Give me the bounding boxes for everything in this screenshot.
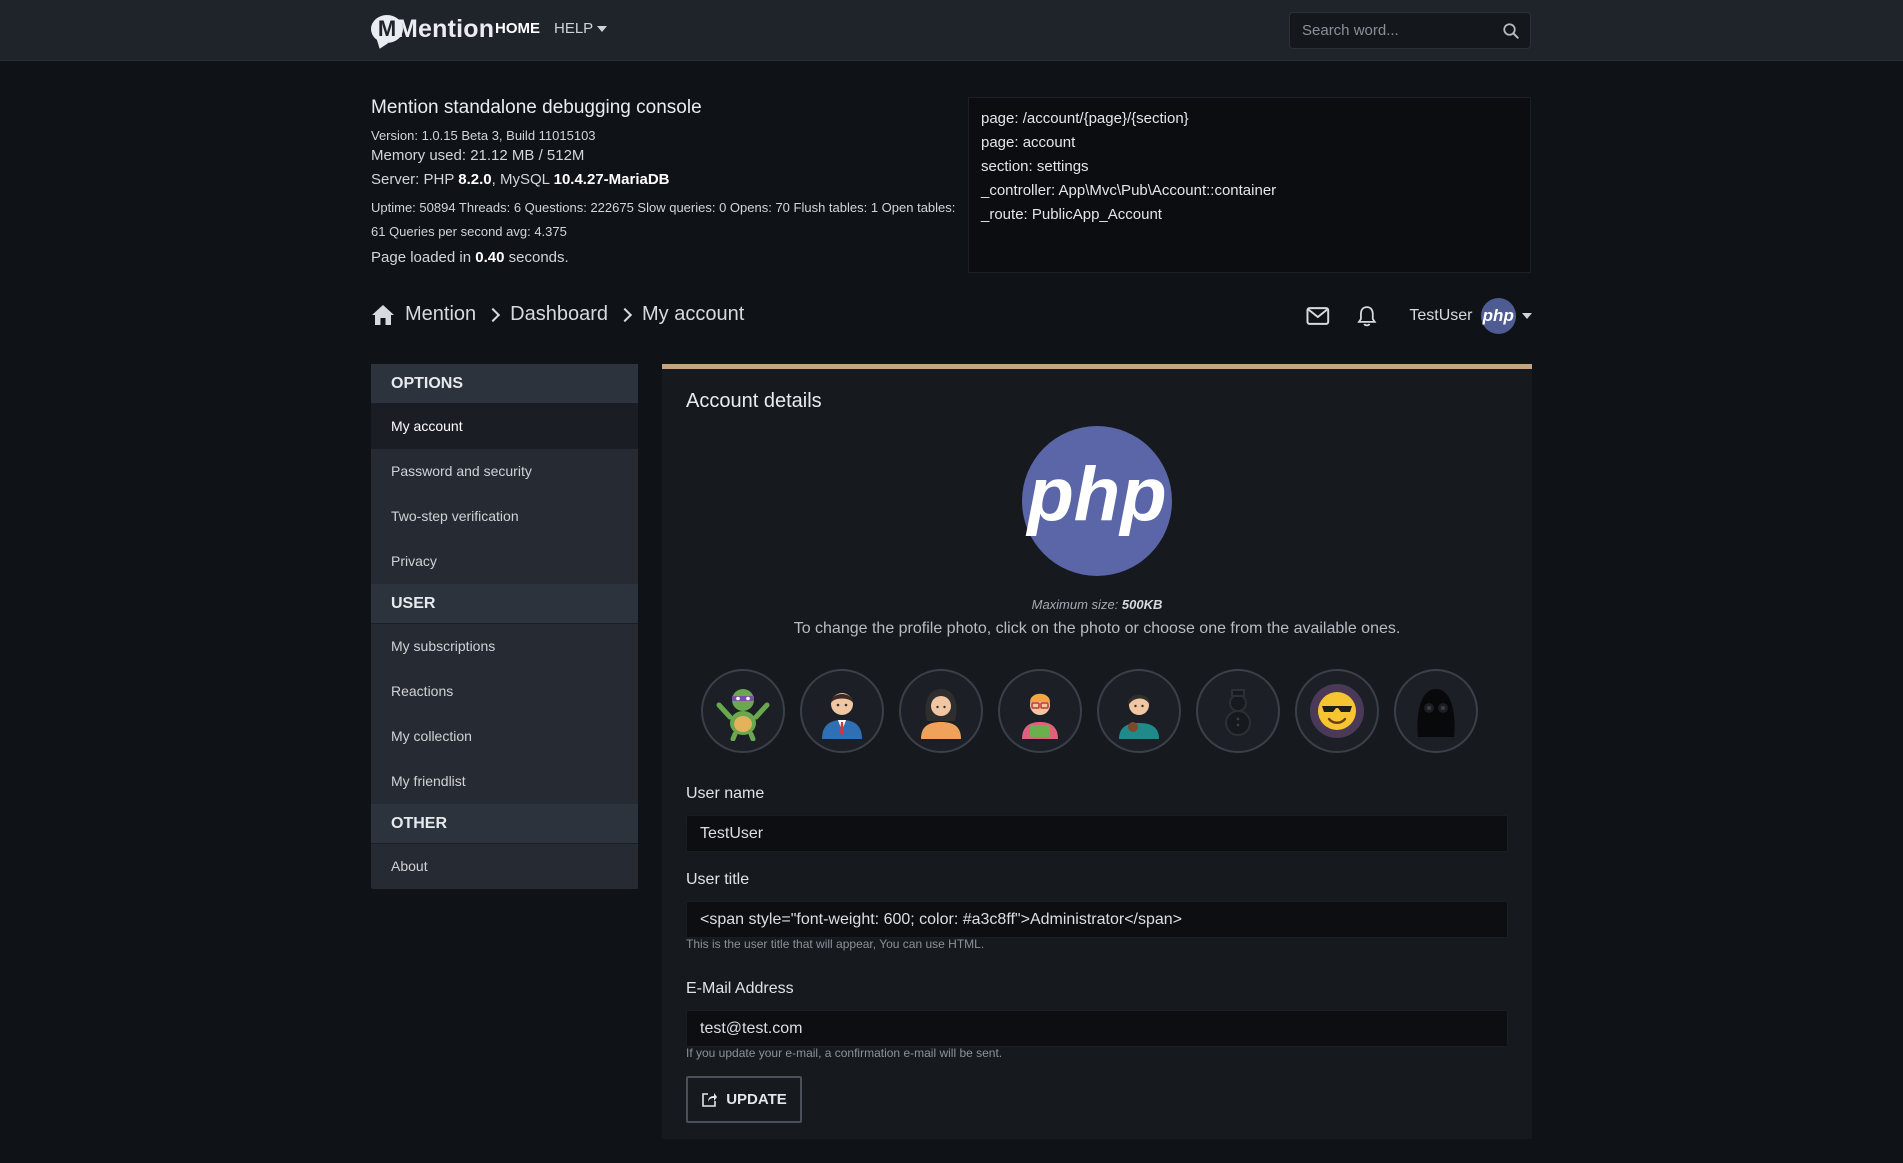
home-icon[interactable]	[371, 304, 395, 326]
sidebar-item-friendlist[interactable]: My friendlist	[371, 759, 638, 804]
user-name[interactable]: TestUser	[1409, 307, 1472, 325]
debug-console-info: Mention standalone debugging console Ver…	[371, 97, 961, 270]
avatar-choices	[701, 669, 1478, 753]
max-size-value: 500KB	[1121, 597, 1163, 612]
sunglasses-smiley-icon	[1310, 684, 1364, 738]
loaded-suffix: seconds.	[504, 249, 569, 266]
envelope-icon[interactable]	[1306, 306, 1330, 326]
loaded-time: 0.40	[475, 249, 505, 266]
avatar-option-woman[interactable]	[899, 669, 983, 753]
update-button[interactable]: UPDATE	[686, 1076, 802, 1123]
route-line: _route: PublicApp_Account	[981, 206, 1162, 223]
debug-version: Version: 1.0.15 Beta 3, Build 11015103	[371, 128, 596, 143]
top-navbar: M Mention HOME HELP	[0, 0, 1903, 61]
sidebar-item-password-security[interactable]: Password and security	[371, 449, 638, 494]
sidebar-item-privacy[interactable]: Privacy	[371, 539, 638, 584]
debug-memory: Memory used: 21.12 MB / 512M	[371, 147, 585, 164]
turtle-icon	[716, 689, 770, 741]
user-avatar[interactable]: php	[1480, 298, 1516, 334]
avatar-option-businessman[interactable]	[800, 669, 884, 753]
avatar-option-turtle[interactable]	[701, 669, 785, 753]
logo-mark: M	[371, 15, 403, 43]
account-details-panel: Account details php Maximum size: 500KB …	[662, 364, 1532, 1139]
loaded-prefix: Page loaded in	[371, 249, 476, 266]
breadcrumb-my-account: My account	[642, 303, 745, 325]
sidebar-item-about[interactable]: About	[371, 844, 638, 889]
sidebar-item-two-step[interactable]: Two-step verification	[371, 494, 638, 539]
avatar-option-snowman[interactable]	[1196, 669, 1280, 753]
debug-title: Mention standalone debugging console	[371, 97, 702, 118]
nav-help-dropdown[interactable]: HELP	[554, 20, 608, 37]
php-version: 8.2.0	[458, 171, 492, 188]
main-nav: HOME HELP	[495, 20, 608, 37]
nav-help-label: HELP	[554, 20, 594, 37]
usertitle-help: This is the user title that will appear,…	[686, 937, 985, 951]
debug-server: Server: PHP 8.2.0, MySQL 10.4.27-MariaDB	[371, 168, 961, 192]
search-box	[1289, 12, 1531, 49]
change-photo-hint: To change the profile photo, click on th…	[793, 620, 1401, 637]
nav-home-link[interactable]: HOME	[495, 20, 540, 37]
mysql-prefix: , MySQL	[491, 171, 554, 188]
sidebar-item-subscriptions[interactable]: My subscriptions	[371, 624, 638, 669]
glasses-man-icon	[1022, 693, 1058, 739]
logo-text: Mention	[397, 14, 495, 43]
mysql-version: 10.4.27-MariaDB	[553, 171, 670, 188]
dark-mask-icon	[1417, 689, 1455, 737]
route-line: section: settings	[981, 158, 1089, 175]
sidebar-item-collection[interactable]: My collection	[371, 714, 638, 759]
chevron-down-icon[interactable]	[1522, 313, 1532, 319]
breadcrumb-mention[interactable]: Mention	[405, 303, 476, 326]
breadcrumb-dashboard[interactable]: Dashboard	[510, 303, 608, 326]
debug-route-panel: page: /account/{page}/{section} page: ac…	[968, 97, 1531, 273]
email-help: If you update your e-mail, a confirmatio…	[686, 1046, 1003, 1060]
svg-text:php: php	[1025, 452, 1166, 537]
avatar-option-glasses-man[interactable]	[998, 669, 1082, 753]
sidebar-section-other: OTHER	[371, 804, 638, 844]
site-logo[interactable]: M Mention	[371, 13, 494, 45]
avatar-option-girl[interactable]	[1097, 669, 1181, 753]
bell-icon[interactable]	[1356, 305, 1378, 327]
route-line: page: account	[981, 134, 1076, 151]
sidebar-section-user: USER	[371, 584, 638, 624]
snowman-icon	[1225, 689, 1251, 736]
email-label: E-Mail Address	[686, 980, 794, 997]
breadcrumb: Mention Dashboard My account	[371, 303, 744, 326]
php-logo-icon: php	[1025, 452, 1166, 537]
sidebar-item-reactions[interactable]: Reactions	[371, 669, 638, 714]
email-field[interactable]: test@test.com	[686, 1010, 1508, 1047]
avatar-option-sunglasses-smiley[interactable]	[1295, 669, 1379, 753]
chevron-right-icon	[617, 307, 633, 322]
girl-icon	[1119, 694, 1159, 739]
update-button-label: UPDATE	[726, 1091, 787, 1108]
chevron-right-icon	[486, 307, 501, 322]
search-input[interactable]	[1290, 13, 1490, 48]
avatar-option-dark-mask[interactable]	[1394, 669, 1478, 753]
server-prefix: Server: PHP	[371, 171, 459, 188]
route-line: page: /account/{page}/{section}	[981, 110, 1189, 127]
usertitle-label: User title	[686, 871, 750, 888]
sidebar-item-my-account[interactable]: My account	[371, 404, 638, 449]
share-edit-icon	[702, 1093, 718, 1107]
max-size-label: Maximum size:	[1031, 597, 1122, 612]
sidebar-section-options: OPTIONS	[371, 364, 638, 404]
user-toolbar: TestUser php	[1306, 298, 1532, 334]
account-sidebar: OPTIONS My account Password and security…	[371, 364, 638, 889]
usertitle-field[interactable]: <span style="font-weight: 600; color: #a…	[686, 901, 1508, 938]
businessman-icon	[822, 693, 862, 739]
route-line: _controller: App\Mvc\Pub\Account::contai…	[981, 182, 1277, 199]
debug-uptime: Uptime: 50894 Threads: 6 Questions: 2226…	[371, 200, 956, 239]
max-size-note: Maximum size: 500KB	[662, 597, 1532, 612]
profile-photo[interactable]: php	[1022, 426, 1172, 576]
search-icon[interactable]	[1502, 22, 1520, 40]
username-field[interactable]: TestUser	[686, 815, 1508, 852]
panel-title: Account details	[686, 390, 822, 412]
chevron-down-icon	[597, 25, 608, 32]
debug-load-time: Page loaded in 0.40 seconds.	[371, 246, 961, 270]
username-label: User name	[686, 785, 765, 802]
woman-icon	[921, 689, 961, 739]
